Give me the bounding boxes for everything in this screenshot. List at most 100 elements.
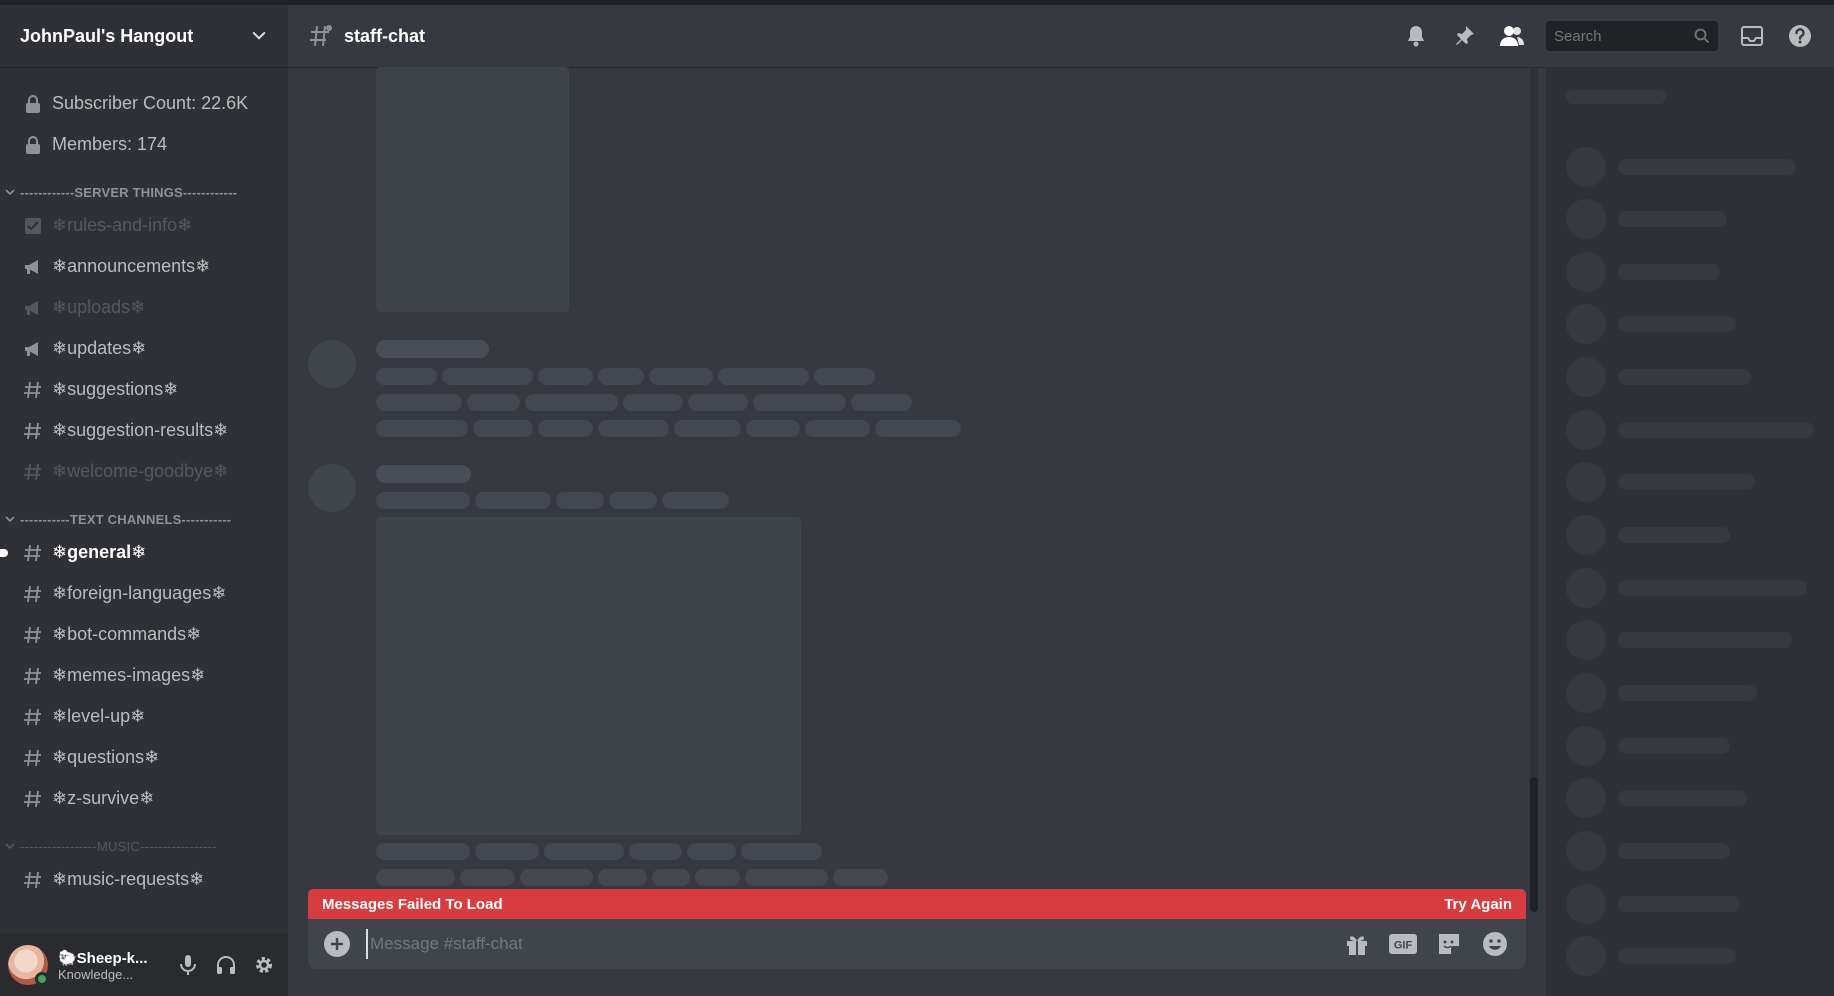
channel-title: staff-chat bbox=[344, 25, 426, 46]
member-placeholder bbox=[1566, 568, 1807, 608]
megaphone-icon bbox=[22, 338, 44, 360]
inbox-button[interactable] bbox=[1738, 22, 1766, 50]
emoji-button[interactable] bbox=[1480, 929, 1510, 959]
gear-icon bbox=[256, 957, 272, 973]
error-message: Messages Failed To Load bbox=[322, 895, 503, 913]
server-header[interactable]: JohnPaul's Hangout bbox=[0, 0, 288, 67]
help-button[interactable] bbox=[1786, 22, 1814, 50]
channel-subscriber-count[interactable]: Subscriber Count: 22.6K bbox=[10, 83, 278, 124]
hash-icon bbox=[22, 706, 44, 728]
message-composer: GIF bbox=[308, 919, 1526, 969]
members-icon bbox=[1500, 26, 1524, 46]
hash-icon bbox=[22, 583, 44, 605]
user-panel: 🐑Sheep-k... Knowledge... bbox=[0, 934, 288, 996]
bell-icon bbox=[1408, 26, 1424, 47]
channel-label: ❄z-survive❄ bbox=[52, 788, 155, 808]
sticker-button[interactable] bbox=[1434, 929, 1464, 959]
mute-button[interactable] bbox=[172, 949, 204, 981]
category-server-things[interactable]: ------------SERVER THINGS------------ bbox=[0, 179, 288, 205]
channel-label: ❄general❄ bbox=[52, 542, 147, 562]
channel-label: ❄suggestions❄ bbox=[52, 379, 179, 399]
gif-icon: GIF bbox=[1389, 934, 1417, 954]
hash-icon bbox=[22, 624, 44, 646]
member-placeholder bbox=[1566, 936, 1736, 976]
member-placeholder bbox=[1566, 620, 1792, 660]
category-label: ------------SERVER THINGS------------ bbox=[20, 184, 238, 200]
message-list-loading bbox=[288, 67, 1534, 887]
notifications-button[interactable] bbox=[1402, 22, 1430, 50]
channel-announcements[interactable]: ❄announcements❄ bbox=[10, 246, 278, 287]
scrollbar-thumb[interactable] bbox=[1530, 777, 1538, 912]
channel-label: ❄rules-and-info❄ bbox=[52, 215, 193, 235]
channel-suggestions[interactable]: ❄suggestions❄ bbox=[10, 369, 278, 410]
message-scrollbar[interactable] bbox=[1530, 67, 1538, 912]
member-placeholder bbox=[1566, 673, 1757, 713]
name-placeholder bbox=[376, 340, 489, 358]
upload-button[interactable] bbox=[324, 931, 350, 957]
user-settings-button[interactable] bbox=[248, 949, 280, 981]
user-info[interactable]: 🐑Sheep-k... Knowledge... bbox=[58, 949, 168, 982]
channel-label: ❄uploads❄ bbox=[52, 297, 146, 317]
channel-memes-images[interactable]: ❄memes-images❄ bbox=[10, 655, 278, 696]
channel-label: ❄updates❄ bbox=[52, 338, 147, 358]
category-text-channels[interactable]: -----------TEXT CHANNELS----------- bbox=[0, 506, 288, 532]
channel-header: staff-chat Search bbox=[288, 0, 1834, 67]
chevron-down-icon bbox=[5, 843, 15, 850]
image-placeholder bbox=[376, 67, 569, 312]
channel-level-up[interactable]: ❄level-up❄ bbox=[10, 696, 278, 737]
member-placeholder bbox=[1566, 462, 1755, 502]
hash-lock-icon bbox=[310, 25, 332, 47]
pinned-messages-button[interactable] bbox=[1450, 22, 1478, 50]
deafen-button[interactable] bbox=[210, 949, 242, 981]
channel-sidebar: JohnPaul's Hangout Subscriber Count: 22.… bbox=[0, 0, 288, 996]
member-group-placeholder bbox=[1566, 90, 1666, 104]
channel-members-count[interactable]: Members: 174 bbox=[10, 124, 278, 165]
member-placeholder bbox=[1566, 726, 1730, 766]
channel-questions[interactable]: ❄questions❄ bbox=[10, 737, 278, 778]
member-list-toggle[interactable] bbox=[1498, 22, 1526, 50]
channel-bot-commands[interactable]: ❄bot-commands❄ bbox=[10, 614, 278, 655]
category-label: -----------------MUSIC----------------- bbox=[20, 838, 217, 854]
channel-z-survive[interactable]: ❄z-survive❄ bbox=[10, 778, 278, 819]
category-music[interactable]: -----------------MUSIC----------------- bbox=[0, 833, 288, 859]
lock-icon bbox=[22, 134, 44, 156]
chevron-down-icon bbox=[252, 32, 266, 40]
hash-icon bbox=[22, 420, 44, 442]
member-placeholder bbox=[1566, 778, 1747, 818]
avatar[interactable] bbox=[8, 945, 49, 986]
custom-status: Knowledge... bbox=[58, 966, 134, 982]
help-icon bbox=[1789, 25, 1811, 47]
load-error-banner: Messages Failed To Load Try Again bbox=[308, 889, 1526, 919]
channel-label: ❄foreign-languages❄ bbox=[52, 583, 227, 603]
channel-label: ❄welcome-goodbye❄ bbox=[52, 461, 229, 481]
channel-updates[interactable]: ❄updates❄ bbox=[10, 328, 278, 369]
channel-music-requests[interactable]: ❄music-requests❄ bbox=[10, 859, 278, 900]
gif-button[interactable]: GIF bbox=[1388, 929, 1418, 959]
search-icon bbox=[1694, 28, 1710, 44]
member-placeholder bbox=[1566, 147, 1796, 187]
gift-button[interactable] bbox=[1342, 929, 1372, 959]
channel-rules-and-info[interactable]: ❄rules-and-info❄ bbox=[10, 205, 278, 246]
member-placeholder bbox=[1566, 304, 1736, 344]
channel-foreign-languages[interactable]: ❄foreign-languages❄ bbox=[10, 573, 278, 614]
channel-suggestion-results[interactable]: ❄suggestion-results❄ bbox=[10, 410, 278, 451]
chevron-down-icon bbox=[5, 516, 15, 523]
member-placeholder bbox=[1566, 410, 1814, 450]
channel-label: ❄suggestion-results❄ bbox=[52, 420, 229, 440]
channel-general[interactable]: ❄general❄ bbox=[0, 532, 278, 573]
try-again-button[interactable]: Try Again bbox=[1444, 896, 1512, 913]
channel-uploads[interactable]: ❄uploads❄ bbox=[10, 287, 278, 328]
hash-icon bbox=[22, 461, 44, 483]
search-input[interactable]: Search bbox=[1546, 21, 1718, 51]
chat-area: staff-chat Search Messages Failed To Loa… bbox=[288, 0, 1834, 996]
headphones-icon bbox=[217, 956, 235, 974]
channel-list: Subscriber Count: 22.6K Members: 174 ---… bbox=[0, 67, 288, 900]
channel-welcome-goodbye[interactable]: ❄welcome-goodbye❄ bbox=[10, 451, 278, 492]
unread-indicator bbox=[0, 548, 8, 557]
member-placeholder bbox=[1566, 199, 1727, 239]
member-placeholder bbox=[1566, 357, 1751, 397]
message-input[interactable] bbox=[366, 929, 1342, 959]
search-placeholder: Search bbox=[1554, 27, 1602, 45]
microphone-icon bbox=[180, 955, 196, 975]
inbox-icon bbox=[1741, 26, 1763, 46]
